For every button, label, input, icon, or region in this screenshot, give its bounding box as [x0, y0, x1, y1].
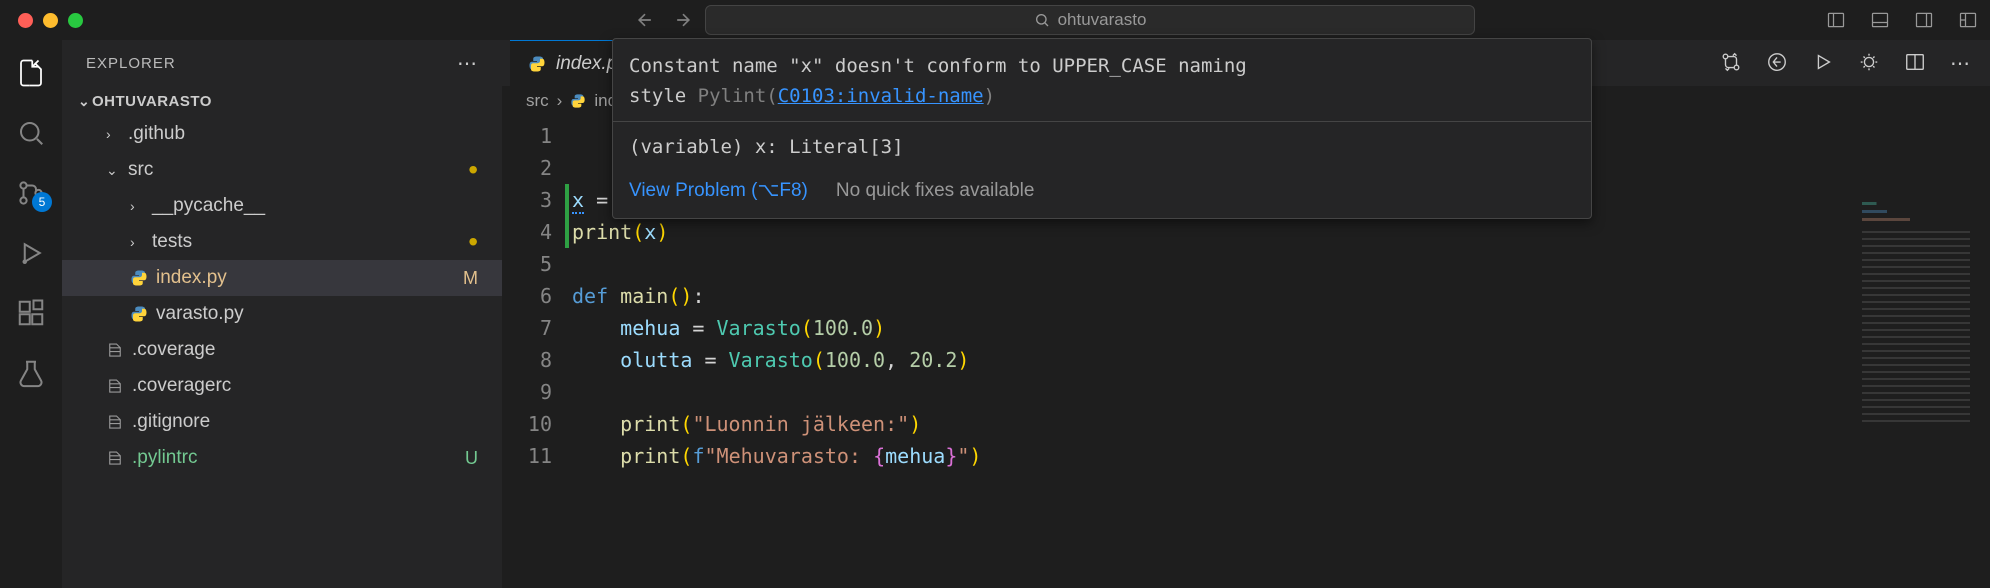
tree-item-__pycache__[interactable]: › __pycache__ [62, 188, 502, 224]
python-file-icon [130, 305, 148, 323]
close-window-button[interactable] [18, 13, 33, 28]
activity-run-debug[interactable] [16, 238, 46, 268]
titlebar-actions [1826, 10, 1978, 30]
tree-item-label: .coveragerc [132, 375, 231, 397]
scm-badge: 5 [32, 192, 52, 212]
activity-bar: 5 [0, 40, 62, 588]
explorer-title: EXPLORER [86, 55, 176, 72]
workspace-root-label: OHTUVARASTO [92, 93, 212, 110]
tree-item--pylintrc[interactable]: .pylintrc U [62, 440, 502, 476]
debug-file-icon[interactable] [1858, 51, 1880, 76]
file-icon [106, 341, 124, 359]
activity-search[interactable] [16, 118, 46, 148]
titlebar: ohtuvarasto [0, 0, 1990, 40]
hover-tooltip: Constant name "x" doesn't conform to UPP… [612, 38, 1592, 219]
tree-item-label: .pylintrc [132, 447, 197, 469]
tree-item-tests[interactable]: ›tests• [62, 224, 502, 260]
go-back-icon[interactable] [1766, 51, 1788, 76]
view-problem-action[interactable]: View Problem (⌥F8) [629, 176, 808, 206]
minimap[interactable] [1862, 196, 1982, 476]
tree-item-label: __pycache__ [152, 195, 265, 217]
window-controls [18, 13, 83, 28]
search-icon [1034, 12, 1050, 28]
tree-item-label: .github [128, 123, 185, 145]
chevron-right-icon: › [130, 198, 144, 214]
compare-changes-icon[interactable] [1720, 51, 1742, 76]
git-untracked-badge: U [465, 448, 478, 469]
tree-item-index-py[interactable]: index.py M [62, 260, 502, 296]
breadcrumb-seg1[interactable]: src [526, 91, 549, 111]
split-editor-icon[interactable] [1904, 51, 1926, 76]
editor-area: index.py ⋯ src › index.py 1234 5 [502, 40, 1990, 588]
layout-sidebar-left-icon[interactable] [1826, 10, 1846, 30]
maximize-window-button[interactable] [68, 13, 83, 28]
tree-item-label: .gitignore [132, 411, 210, 433]
tree-item-label: varasto.py [156, 303, 244, 325]
workspace-root[interactable]: ⌄ OHTUVARASTO [62, 86, 502, 116]
more-actions-icon[interactable]: ⋯ [1950, 51, 1970, 76]
command-center-search[interactable]: ohtuvarasto [705, 5, 1475, 35]
explorer-more-icon[interactable]: ⋯ [457, 51, 478, 76]
nav-back-icon[interactable] [635, 10, 655, 30]
tree-item-label: index.py [156, 267, 227, 289]
activity-source-control[interactable]: 5 [16, 178, 46, 208]
file-icon [106, 413, 124, 431]
no-quick-fix-label: No quick fixes available [836, 176, 1035, 206]
tree-item--gitignore[interactable]: .gitignore [62, 404, 502, 440]
activity-testing[interactable] [16, 358, 46, 388]
activity-explorer[interactable] [16, 58, 46, 88]
tree-item-src[interactable]: ⌄src• [62, 152, 502, 188]
tree-item--github[interactable]: › .github [62, 116, 502, 152]
tree-item-label: .coverage [132, 339, 215, 361]
minimize-window-button[interactable] [43, 13, 58, 28]
layout-sidebar-right-icon[interactable] [1914, 10, 1934, 30]
run-file-icon[interactable] [1812, 51, 1834, 76]
chevron-right-icon: › [106, 126, 120, 142]
line-numbers: 1234 5678 91011 [502, 116, 572, 588]
explorer-sidebar: EXPLORER ⋯ ⌄ OHTUVARASTO ›.github⌄src•›_… [62, 40, 502, 588]
chevron-down-icon: ⌄ [106, 162, 120, 179]
tree-item--coverage[interactable]: .coverage [62, 332, 502, 368]
customize-layout-icon[interactable] [1958, 10, 1978, 30]
python-file-icon [528, 55, 546, 73]
file-icon [106, 377, 124, 395]
file-icon [106, 449, 124, 467]
git-modified-badge: M [463, 268, 478, 289]
nav-arrows [635, 10, 693, 30]
tree-item-varasto-py[interactable]: varasto.py [62, 296, 502, 332]
explorer-header: EXPLORER ⋯ [62, 40, 502, 86]
activity-extensions[interactable] [16, 298, 46, 328]
python-file-icon [570, 93, 586, 109]
editor-actions: ⋯ [1720, 51, 1990, 76]
tree-item-label: tests [152, 231, 192, 253]
code-area[interactable]: 1234 5678 91011 x = 3 print(x) def main(… [502, 116, 1990, 588]
chevron-right-icon: › [557, 91, 563, 111]
file-tree: ›.github⌄src•›__pycache__›tests•index.py… [62, 116, 502, 476]
python-file-icon [130, 269, 148, 287]
tree-item--coveragerc[interactable]: .coveragerc [62, 368, 502, 404]
tooltip-type-info: (variable) x: Literal[3] [629, 132, 1575, 162]
tooltip-message: Constant name "x" doesn't conform to UPP… [629, 51, 1575, 111]
tooltip-rule-link[interactable]: C0103:invalid-name [778, 85, 984, 107]
chevron-right-icon: › [130, 234, 144, 250]
search-text: ohtuvarasto [1058, 10, 1147, 30]
nav-forward-icon[interactable] [673, 10, 693, 30]
layout-panel-icon[interactable] [1870, 10, 1890, 30]
tree-item-label: src [128, 159, 153, 181]
